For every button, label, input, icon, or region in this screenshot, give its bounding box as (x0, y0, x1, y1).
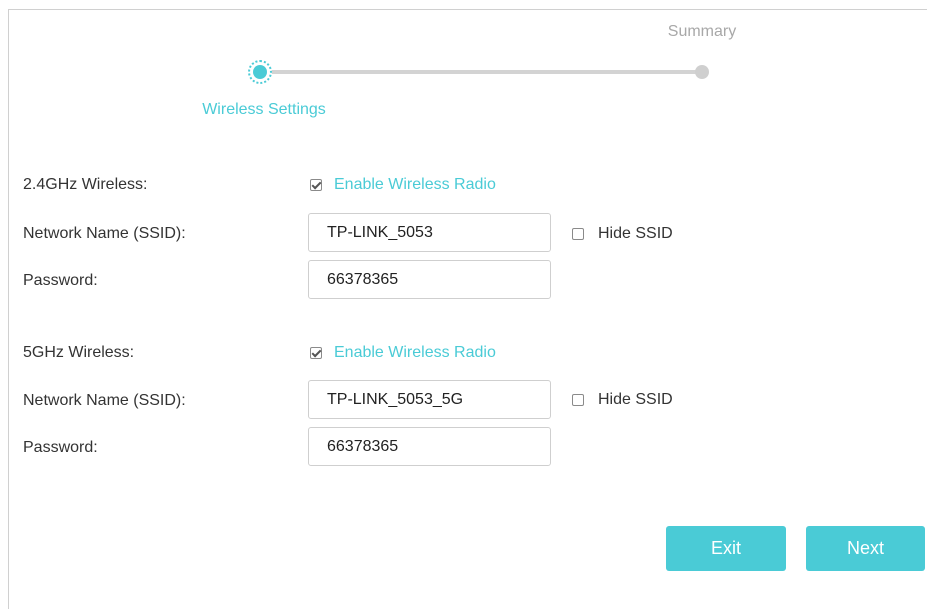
band-5-hide-ssid[interactable]: Hide SSID (572, 389, 673, 411)
band-24-ssid-input[interactable] (308, 213, 551, 252)
band-24-password-input[interactable] (308, 260, 551, 299)
band-24-hide-ssid-label[interactable]: Hide SSID (598, 225, 673, 243)
band-24-password-label: Password: (23, 272, 98, 289)
stepper-track (266, 70, 702, 74)
step-summary-indicator (695, 65, 709, 79)
band-5-password-input[interactable] (308, 427, 551, 466)
band-24-enable-label[interactable]: Enable Wireless Radio (334, 176, 496, 194)
step-label-wireless-settings: Wireless Settings (202, 101, 326, 118)
wizard-panel (8, 9, 927, 609)
band-5-enable-checkbox[interactable] (310, 347, 322, 359)
band-5-ssid-label: Network Name (SSID): (23, 392, 186, 409)
band-24-enable-checkbox[interactable] (310, 179, 322, 191)
band-24-label: 2.4GHz Wireless: (23, 176, 148, 193)
next-button[interactable]: Next (806, 526, 925, 571)
band-24-enable-radio[interactable]: Enable Wireless Radio (310, 174, 496, 196)
band-5-password-label: Password: (23, 439, 98, 456)
step-label-summary: Summary (667, 23, 737, 40)
band-5-enable-label[interactable]: Enable Wireless Radio (334, 344, 496, 362)
exit-button[interactable]: Exit (666, 526, 786, 571)
band-5-hide-ssid-checkbox[interactable] (572, 394, 584, 406)
band-24-hide-ssid[interactable]: Hide SSID (572, 223, 673, 245)
band-5-ssid-input[interactable] (308, 380, 551, 419)
band-5-hide-ssid-label[interactable]: Hide SSID (598, 391, 673, 409)
band-5-enable-radio[interactable]: Enable Wireless Radio (310, 342, 496, 364)
band-24-ssid-label: Network Name (SSID): (23, 225, 186, 242)
step-current-indicator (248, 60, 272, 84)
band-5-label: 5GHz Wireless: (23, 344, 135, 361)
band-24-hide-ssid-checkbox[interactable] (572, 228, 584, 240)
